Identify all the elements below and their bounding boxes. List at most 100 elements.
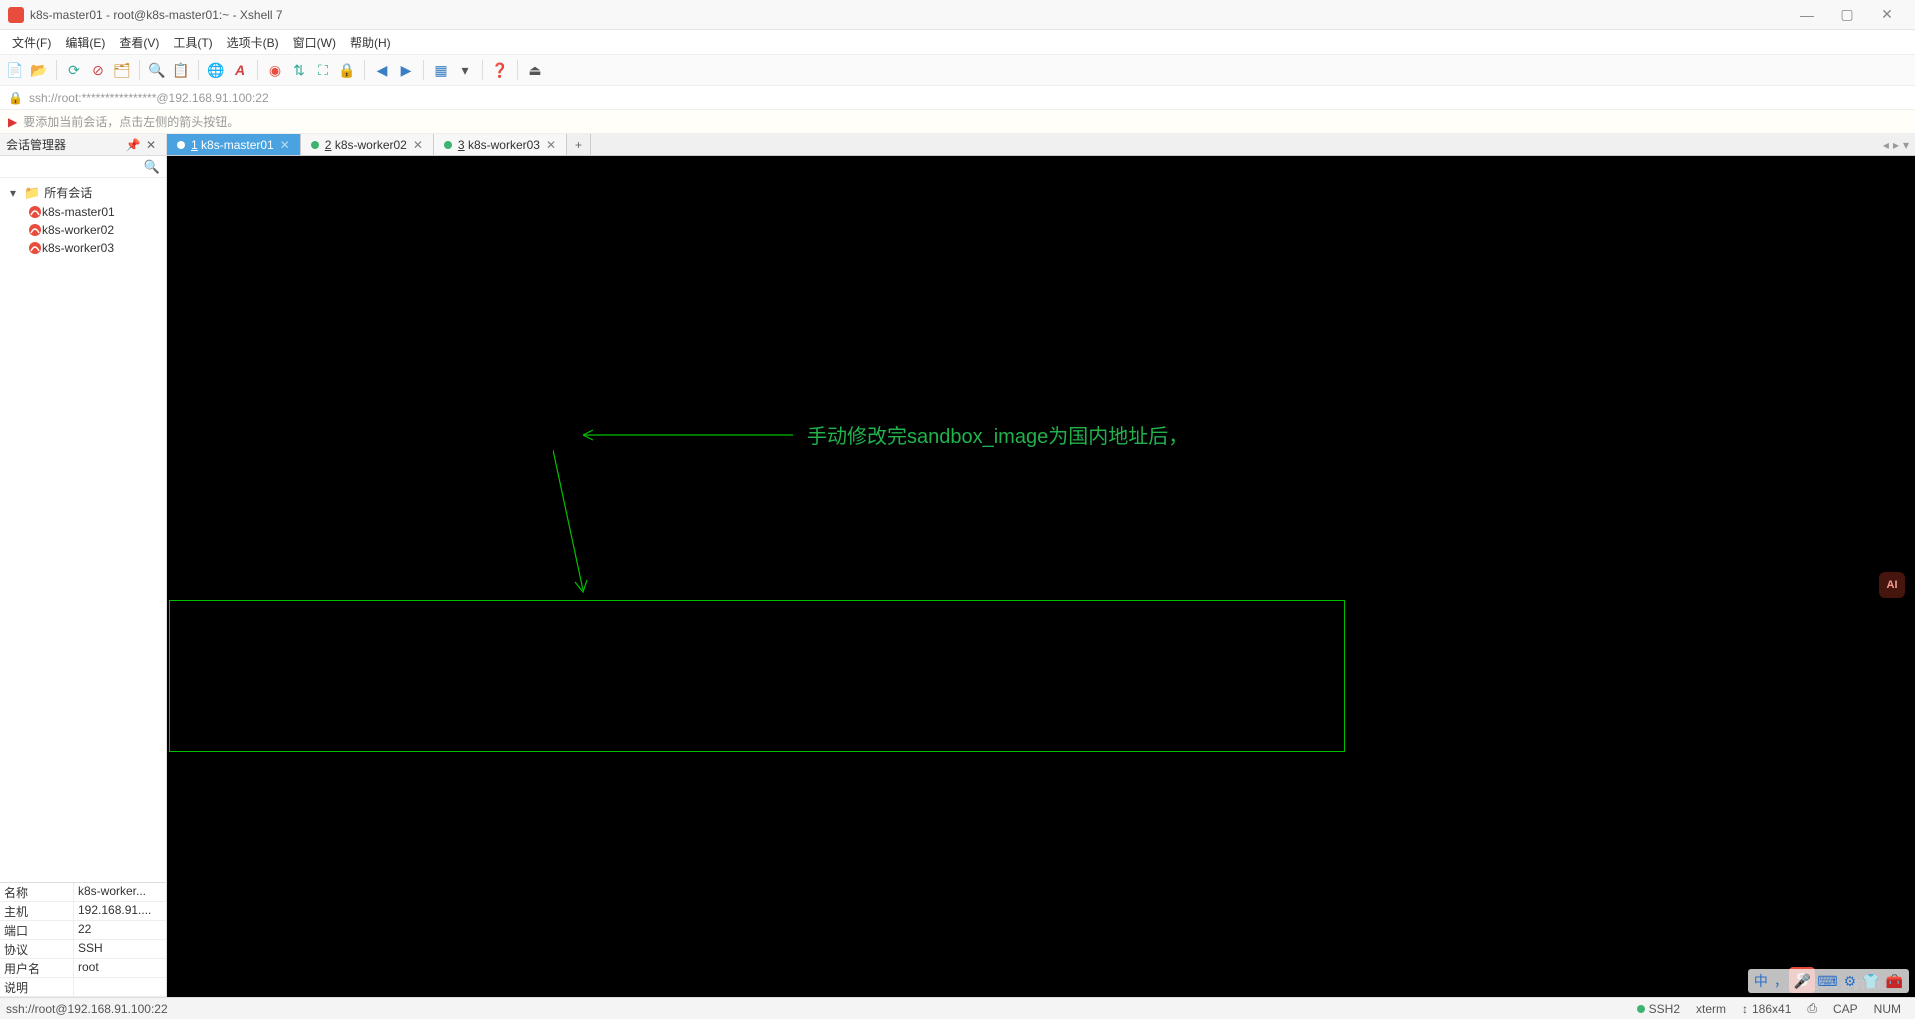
status-dot-icon bbox=[311, 141, 319, 149]
tree-root[interactable]: ▾ 📁 所有会话 bbox=[0, 182, 166, 203]
ime-lang[interactable]: 中 bbox=[1754, 971, 1768, 991]
session-properties: 名称k8s-worker... 主机192.168.91.... 端口22 协议… bbox=[0, 882, 166, 997]
session-manager-close-icon[interactable]: ✕ bbox=[142, 138, 160, 152]
search-icon[interactable]: 🔍 bbox=[144, 159, 160, 175]
collapse-icon[interactable]: ▾ bbox=[10, 186, 22, 200]
prop-row: 协议SSH bbox=[0, 940, 166, 959]
statusbar: ssh://root@192.168.91.100:22 SSH2 xterm … bbox=[0, 997, 1915, 1019]
app-icon bbox=[8, 7, 24, 23]
search-icon[interactable]: 🔍 bbox=[148, 61, 166, 79]
ime-strip[interactable]: 中 ， 🎤 ⌨ ⚙ 👕 🧰 bbox=[1748, 969, 1909, 993]
session-label: k8s-master01 bbox=[42, 205, 115, 219]
ime-toolbox-icon[interactable]: 🧰 bbox=[1886, 973, 1903, 990]
tab-prev-icon[interactable]: ◂ bbox=[1883, 138, 1889, 152]
ai-badge-icon: AI bbox=[1879, 572, 1905, 598]
tab-close-icon[interactable]: ✕ bbox=[280, 138, 290, 152]
ime-punct[interactable]: ， bbox=[1774, 971, 1788, 991]
session-manager-title: 会话管理器 bbox=[6, 136, 124, 153]
led-icon bbox=[1637, 1005, 1645, 1013]
separator bbox=[198, 60, 199, 80]
xftp-icon[interactable]: ⇅ bbox=[290, 61, 308, 79]
new-session-icon[interactable]: 📄 bbox=[6, 61, 24, 79]
expand-icon[interactable]: ⛶ bbox=[314, 61, 332, 79]
font-icon[interactable]: A bbox=[231, 61, 249, 79]
folder-icon: 📁 bbox=[24, 185, 40, 201]
session-icon bbox=[28, 241, 42, 255]
menubar: 文件(F) 编辑(E) 查看(V) 工具(T) 选项卡(B) 窗口(W) 帮助(… bbox=[0, 30, 1915, 54]
minimize-button[interactable]: — bbox=[1787, 1, 1827, 29]
session-icon[interactable]: ◉ bbox=[266, 61, 284, 79]
menu-help[interactable]: 帮助(H) bbox=[344, 32, 397, 53]
status-dot-icon bbox=[177, 141, 185, 149]
prop-row: 端口22 bbox=[0, 921, 166, 940]
content-column: 1 k8s-master01 ✕ 2 k8s-worker02 ✕ 3 k8s-… bbox=[167, 134, 1915, 997]
ime-skin-icon[interactable]: 👕 bbox=[1862, 973, 1879, 990]
disconnect-icon[interactable]: ⊘ bbox=[89, 61, 107, 79]
prop-row: 名称k8s-worker... bbox=[0, 883, 166, 902]
lock-icon[interactable]: 🔒 bbox=[338, 61, 356, 79]
globe-icon[interactable]: 🌐 bbox=[207, 61, 225, 79]
tab-k8s-master01[interactable]: 1 k8s-master01 ✕ bbox=[167, 134, 301, 155]
status-num: NUM bbox=[1866, 1002, 1909, 1016]
separator bbox=[423, 60, 424, 80]
reconnect-icon[interactable]: ⟳ bbox=[65, 61, 83, 79]
session-item[interactable]: k8s-worker02 bbox=[0, 221, 166, 239]
layout-icon[interactable]: ▦ bbox=[432, 61, 450, 79]
properties-icon[interactable]: 🗂 bbox=[113, 61, 131, 79]
status-size: ↕ 186x41 bbox=[1734, 1002, 1799, 1016]
session-tree[interactable]: ▾ 📁 所有会话 k8s-master01 k8s-worker02 k8s-w… bbox=[0, 178, 166, 882]
menu-edit[interactable]: 编辑(E) bbox=[59, 32, 111, 53]
eject-icon[interactable]: ⏏ bbox=[526, 61, 544, 79]
terminal[interactable]: 手动修改完sandbox_image为国内地址后， AI CSDN @鹤衣IUM bbox=[167, 156, 1915, 997]
status-left: ssh://root@192.168.91.100:22 bbox=[6, 1002, 1629, 1016]
ssh-lock-icon: 🔒 bbox=[8, 91, 23, 105]
tab-list-icon[interactable]: ▾ bbox=[1903, 138, 1909, 152]
session-manager-header: 会话管理器 📌 ✕ bbox=[0, 134, 166, 156]
separator bbox=[517, 60, 518, 80]
tab-k8s-worker03[interactable]: 3 k8s-worker03 ✕ bbox=[434, 134, 567, 155]
tab-k8s-worker02[interactable]: 2 k8s-worker02 ✕ bbox=[301, 134, 434, 155]
separator bbox=[56, 60, 57, 80]
tab-add-button[interactable]: + bbox=[567, 134, 591, 155]
menu-tabs[interactable]: 选项卡(B) bbox=[221, 32, 285, 53]
help-icon[interactable]: ❓ bbox=[491, 61, 509, 79]
session-icon bbox=[28, 205, 42, 219]
menu-file[interactable]: 文件(F) bbox=[6, 32, 57, 53]
toolbar: 📄 📂 ⟳ ⊘ 🗂 🔍 📋 🌐 A ◉ ⇅ ⛶ 🔒 ◀ ▶ ▦ ▾ ❓ ⏏ bbox=[0, 54, 1915, 86]
maximize-button[interactable]: ▢ bbox=[1827, 1, 1867, 29]
prop-row: 主机192.168.91.... bbox=[0, 902, 166, 921]
session-item[interactable]: k8s-master01 bbox=[0, 203, 166, 221]
session-manager-panel: 会话管理器 📌 ✕ 🔍 ▾ 📁 所有会话 k8s-master01 k8s-wo… bbox=[0, 134, 167, 997]
session-label: k8s-worker03 bbox=[42, 241, 114, 255]
copy-icon[interactable]: 📋 bbox=[172, 61, 190, 79]
session-label: k8s-worker02 bbox=[42, 223, 114, 237]
back-icon[interactable]: ◀ bbox=[373, 61, 391, 79]
ime-gear-icon[interactable]: ⚙ bbox=[1844, 973, 1857, 990]
hint-text: 要添加当前会话，点击左侧的箭头按钮。 bbox=[23, 113, 239, 130]
annotation-text: 手动修改完sandbox_image为国内地址后， bbox=[807, 420, 1188, 449]
hintbar: ▶ 要添加当前会话，点击左侧的箭头按钮。 bbox=[0, 110, 1915, 134]
tab-close-icon[interactable]: ✕ bbox=[546, 138, 556, 152]
separator bbox=[257, 60, 258, 80]
ime-keyboard-icon[interactable]: ⌨ bbox=[1817, 973, 1837, 990]
forward-icon[interactable]: ▶ bbox=[397, 61, 415, 79]
dropdown-icon[interactable]: ▾ bbox=[456, 61, 474, 79]
annotation-arrow-icon bbox=[583, 428, 803, 442]
separator bbox=[364, 60, 365, 80]
close-button[interactable]: ✕ bbox=[1867, 1, 1907, 29]
status-dot-icon bbox=[444, 141, 452, 149]
session-icon bbox=[28, 223, 42, 237]
menu-tools[interactable]: 工具(T) bbox=[167, 32, 218, 53]
prop-row: 说明 bbox=[0, 978, 166, 997]
address-text[interactable]: ssh://root:****************@192.168.91.1… bbox=[29, 91, 269, 105]
status-other: ⎙ bbox=[1799, 1001, 1825, 1016]
tab-next-icon[interactable]: ▸ bbox=[1893, 138, 1899, 152]
menu-view[interactable]: 查看(V) bbox=[113, 32, 165, 53]
session-item[interactable]: k8s-worker03 bbox=[0, 239, 166, 257]
annotation-arrow-icon bbox=[553, 450, 593, 600]
open-icon[interactable]: 📂 bbox=[30, 61, 48, 79]
session-manager-pin-icon[interactable]: 📌 bbox=[124, 138, 142, 152]
menu-window[interactable]: 窗口(W) bbox=[287, 32, 342, 53]
tab-close-icon[interactable]: ✕ bbox=[413, 138, 423, 152]
ime-mic-icon[interactable]: 🎤 bbox=[1794, 973, 1811, 990]
